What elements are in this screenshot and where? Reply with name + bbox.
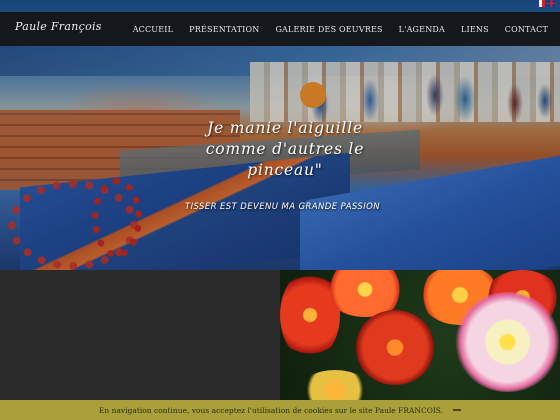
- fr-flag-icon[interactable]: [536, 0, 545, 7]
- nav-item-contact[interactable]: CONTACT: [497, 25, 560, 34]
- nav-item-presentation[interactable]: PRÉSENTATION: [181, 25, 267, 34]
- flower-yellow: [300, 370, 370, 400]
- nav-item-accueil[interactable]: ACCUEIL: [125, 25, 181, 34]
- flowers-embroidery-image[interactable]: [280, 270, 560, 400]
- top-navbar: Paule François ACCUEIL PRÉSENTATION GALE…: [0, 12, 560, 46]
- dash-icon[interactable]: [453, 409, 462, 411]
- site-brand-logo[interactable]: Paule François: [15, 20, 102, 33]
- nav-item-liens[interactable]: LIENS: [453, 25, 497, 34]
- cookie-consent-bar: En navigation continue, vous acceptez l'…: [0, 400, 560, 420]
- hero-quote: Je manie l'aiguille comme d'autres le pi…: [175, 118, 395, 181]
- lower-left-panel: [0, 270, 280, 400]
- hero-quote-line-1: Je manie l'aiguille: [207, 119, 363, 137]
- main-menu: ACCUEIL PRÉSENTATION GALERIE DES OEUVRES…: [125, 12, 560, 46]
- flower-red-3: [355, 310, 435, 385]
- cookie-consent-text: En navigation continue, vous acceptez l'…: [98, 405, 444, 415]
- flower-white-pink: [455, 292, 560, 392]
- nav-item-galerie[interactable]: GALERIE DES OEUVRES: [267, 25, 390, 34]
- en-flag-icon[interactable]: [547, 0, 556, 7]
- language-switcher: [536, 0, 556, 7]
- nav-item-agenda[interactable]: L'AGENDA: [391, 25, 453, 34]
- hero-quote-line-2: comme d'autres le: [205, 140, 365, 158]
- hero-quote-line-3: pinceau": [247, 161, 323, 179]
- hero-tagline: TISSER EST DEVENU MA GRANDE PASSION: [185, 202, 380, 212]
